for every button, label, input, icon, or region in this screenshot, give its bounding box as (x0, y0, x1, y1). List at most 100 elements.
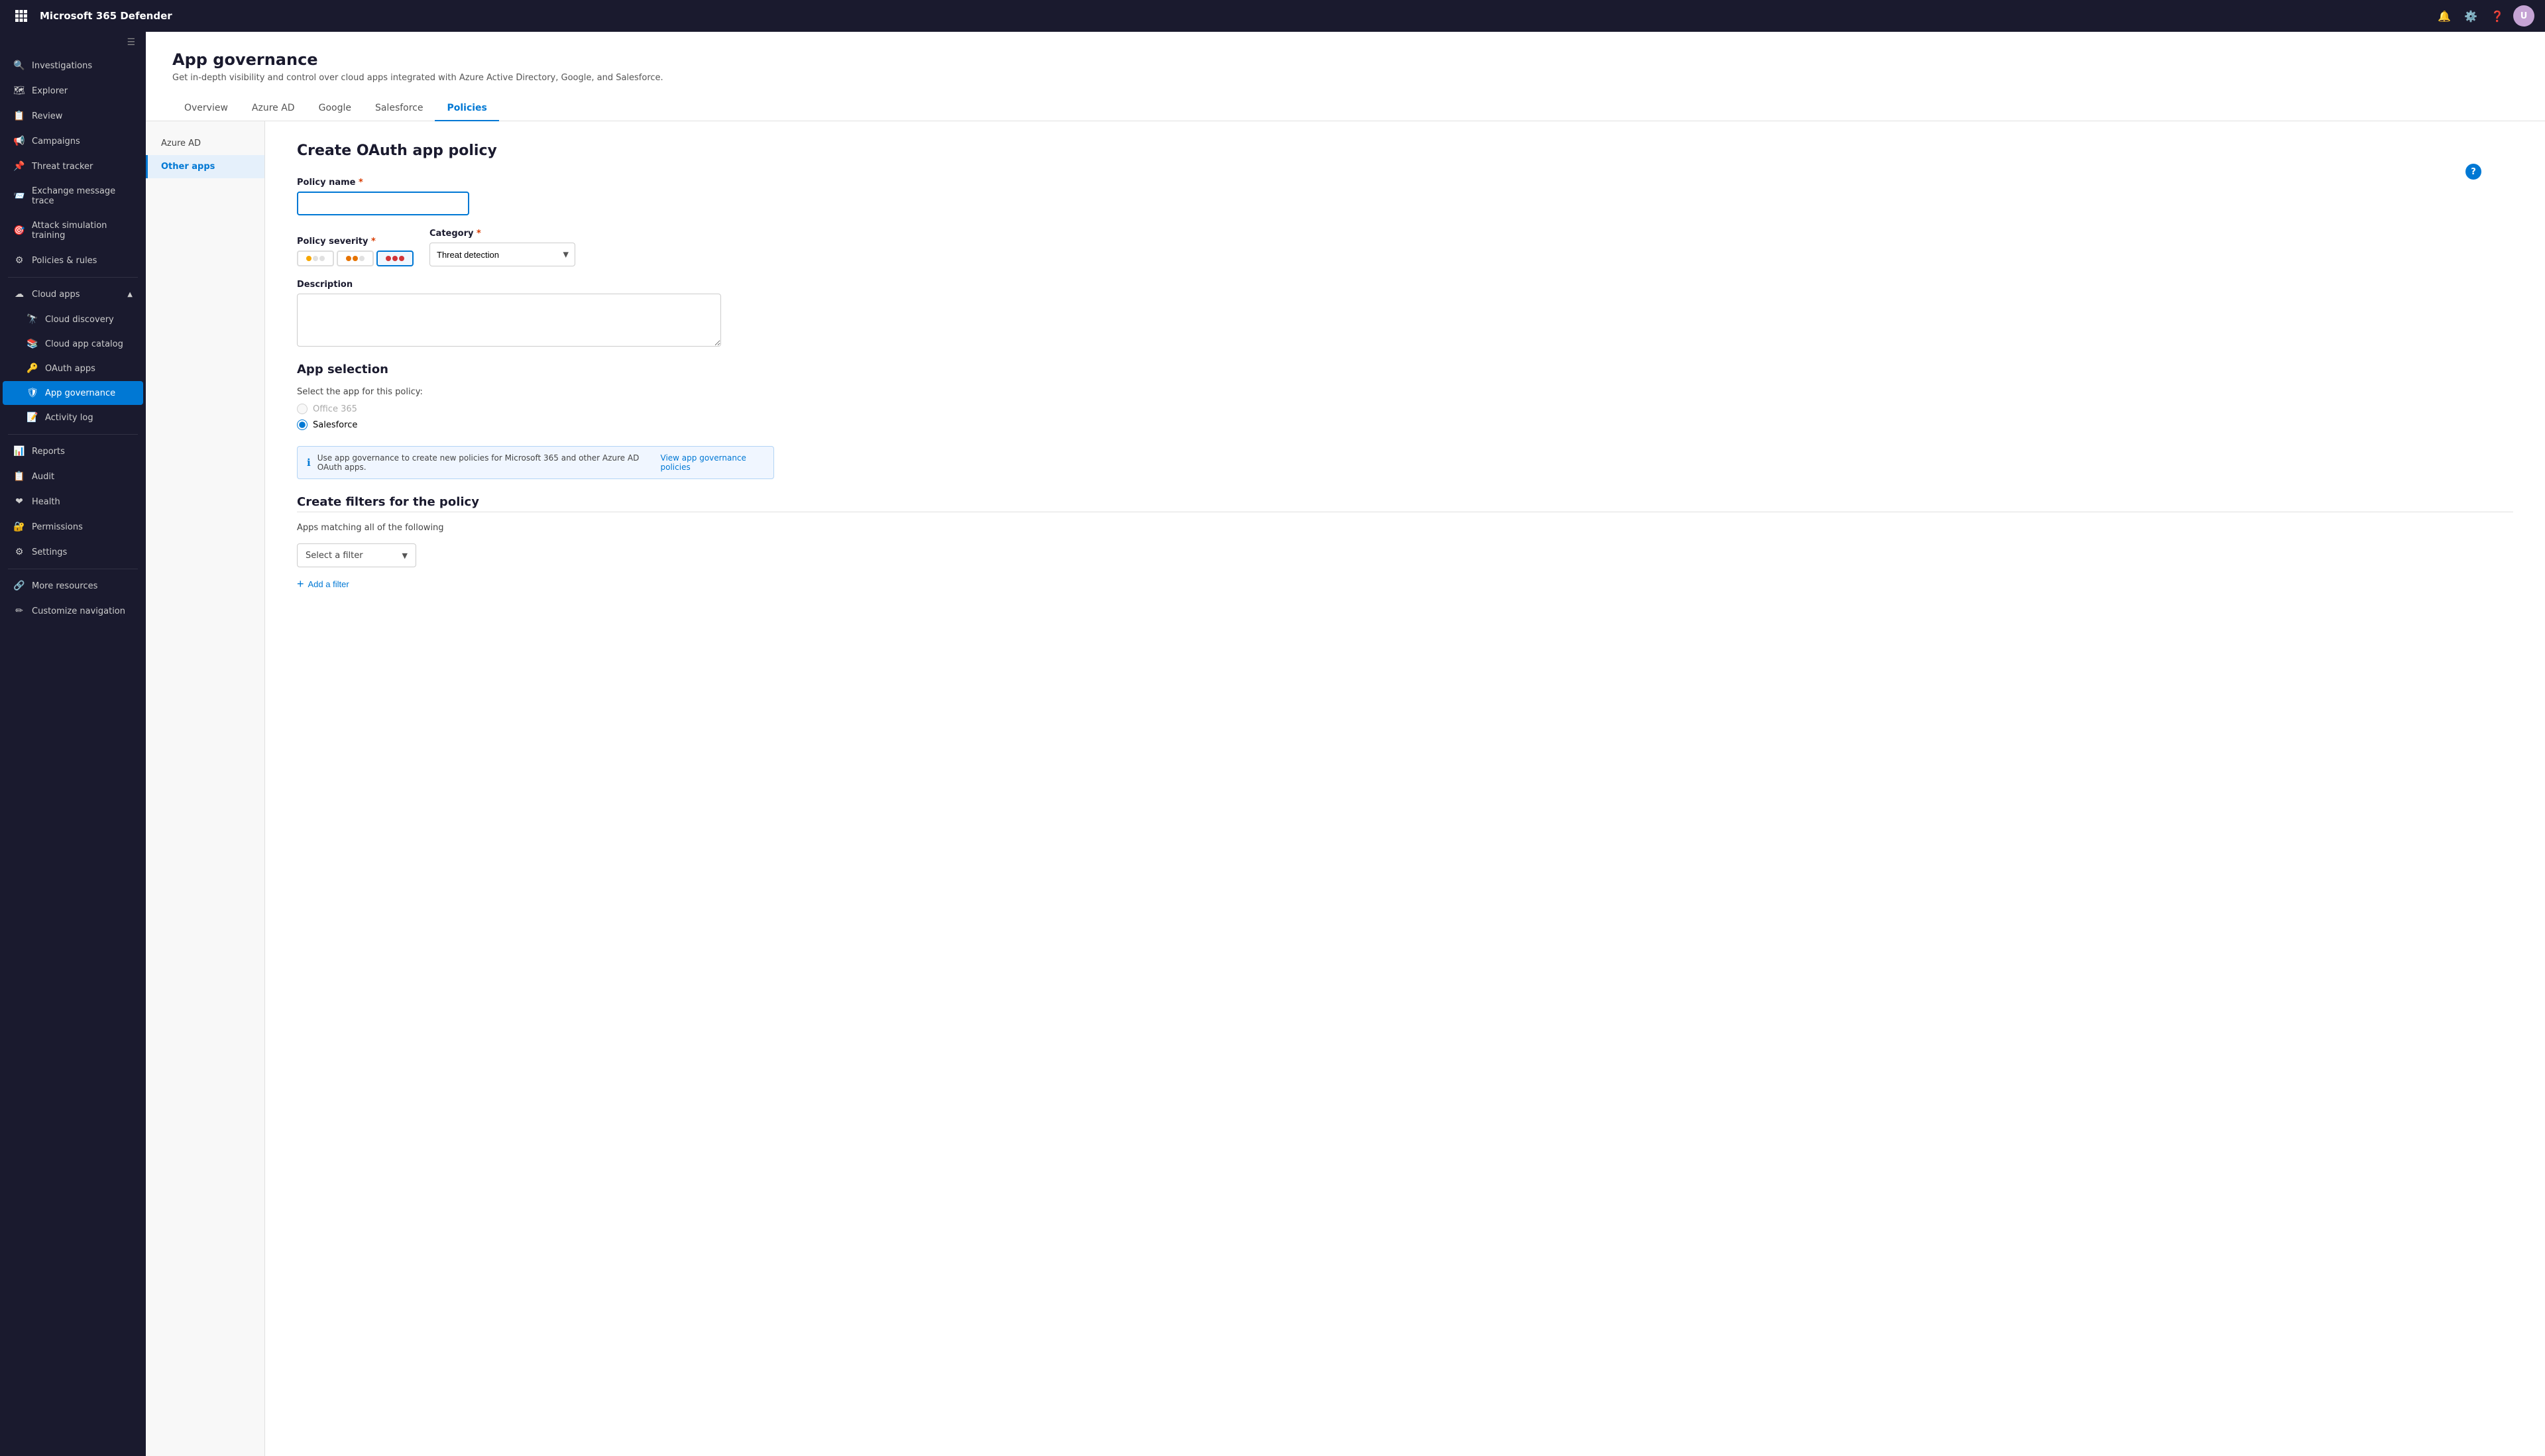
sidebar-item-label: Review (32, 111, 62, 121)
explorer-icon: 🗺 (13, 85, 25, 96)
info-banner-text: Use app governance to create new policie… (317, 453, 645, 472)
form-inner: Create OAuth app policy ? Policy name * (297, 142, 2513, 595)
sidebar-item-threat-tracker[interactable]: 📌 Threat tracker (3, 154, 143, 178)
policy-severity-field-group: Policy severity * (297, 237, 414, 266)
waffle-menu-button[interactable] (11, 5, 32, 27)
topbar-actions: 🔔 ⚙️ ❓ U (2434, 5, 2534, 27)
user-avatar[interactable]: U (2513, 5, 2534, 27)
catalog-icon: 📚 (27, 339, 38, 349)
sidebar-item-cloud-apps[interactable]: ☁ Cloud apps ▲ (3, 282, 143, 306)
sidebar-item-more-resources[interactable]: 🔗 More resources (3, 574, 143, 598)
notification-button[interactable]: 🔔 (2434, 5, 2455, 27)
sidebar-item-label: Reports (32, 447, 65, 457)
tab-salesforce[interactable]: Salesforce (363, 96, 435, 121)
high-dots (386, 256, 404, 261)
chevron-up-icon: ▲ (127, 291, 133, 298)
sidebar-item-permissions[interactable]: 🔐 Permissions (3, 515, 143, 539)
radio-office365[interactable]: Office 365 (297, 404, 2513, 414)
radio-salesforce[interactable]: Salesforce (297, 420, 2513, 430)
main-layout: ☰ 🔍 Investigations 🗺 Explorer 📋 Review 📢… (0, 32, 2545, 1456)
med-dot-3 (359, 256, 365, 261)
sidebar-item-label: Campaigns (32, 137, 80, 146)
tab-overview[interactable]: Overview (172, 96, 240, 121)
select-filter-button[interactable]: Select a filter ▼ (297, 543, 416, 567)
sidebar-item-activity-log[interactable]: 📝 Activity log (3, 406, 143, 429)
sidebar-item-review[interactable]: 📋 Review (3, 104, 143, 128)
activity-log-icon: 📝 (27, 412, 38, 423)
severity-low-button[interactable] (297, 251, 334, 266)
reports-icon: 📊 (13, 446, 25, 457)
sidebar-item-label: Audit (32, 472, 54, 482)
view-governance-policies-link[interactable]: View app governance policies (661, 453, 764, 472)
sub-nav-azure-ad[interactable]: Azure AD (146, 132, 264, 155)
sidebar-item-investigations[interactable]: 🔍 Investigations (3, 54, 143, 78)
sidebar-item-settings[interactable]: ⚙ Settings (3, 540, 143, 564)
sidebar: ☰ 🔍 Investigations 🗺 Explorer 📋 Review 📢… (0, 32, 146, 1456)
sidebar-item-label: Health (32, 497, 60, 507)
radio-office365-input[interactable] (297, 404, 308, 414)
sidebar-item-oauth-apps[interactable]: 🔑 OAuth apps (3, 357, 143, 380)
sidebar-item-cloud-app-catalog[interactable]: 📚 Cloud app catalog (3, 332, 143, 356)
app-selection-label: Select the app for this policy: (297, 387, 2513, 397)
description-textarea[interactable] (297, 294, 721, 347)
sidebar-item-app-governance[interactable]: 🛡 App governance (3, 381, 143, 405)
review-icon: 📋 (13, 111, 25, 121)
tab-google[interactable]: Google (307, 96, 363, 121)
radio-salesforce-input[interactable] (297, 420, 308, 430)
sidebar-item-label: Activity log (45, 413, 93, 423)
med-dot-1 (346, 256, 351, 261)
severity-high-button[interactable] (376, 251, 414, 266)
sidebar-item-explorer[interactable]: 🗺 Explorer (3, 79, 143, 103)
tab-policies[interactable]: Policies (435, 96, 498, 121)
sidebar-item-audit[interactable]: 📋 Audit (3, 465, 143, 488)
content-area: App governance Get in-depth visibility a… (146, 32, 2545, 1456)
severity-buttons (297, 251, 414, 266)
content-body: Azure AD Other apps Create OAuth app pol… (146, 121, 2545, 1456)
required-indicator-2: * (368, 237, 375, 247)
app-governance-icon: 🛡 (27, 388, 38, 398)
add-filter-button[interactable]: + Add a filter (297, 573, 349, 595)
more-resources-icon: 🔗 (13, 581, 25, 591)
sidebar-item-exchange-message-trace[interactable]: 📨 Exchange message trace (3, 180, 143, 213)
app-selection-section: App selection Select the app for this po… (297, 363, 2513, 430)
sidebar-item-label: Permissions (32, 522, 83, 532)
severity-category-row: Policy severity * (297, 229, 2513, 266)
cloud-apps-children: 🔭 Cloud discovery 📚 Cloud app catalog 🔑 … (0, 307, 146, 430)
investigations-icon: 🔍 (13, 60, 25, 71)
sidebar-item-customize-navigation[interactable]: ✏ Customize navigation (3, 599, 143, 623)
help-icon-button[interactable]: ? (2465, 164, 2481, 180)
sub-nav-other-apps[interactable]: Other apps (146, 155, 264, 178)
sidebar-collapse-button[interactable]: ☰ (0, 32, 146, 53)
policy-name-input[interactable] (297, 192, 469, 215)
category-select-wrapper: Threat detection Compliance Governance ▼ (429, 243, 575, 266)
threat-tracker-icon: 📌 (13, 161, 25, 172)
severity-medium-button[interactable] (337, 251, 374, 266)
category-label: Category * (429, 229, 575, 239)
sidebar-item-attack-simulation[interactable]: 🎯 Attack simulation training (3, 214, 143, 247)
med-dot-2 (353, 256, 358, 261)
sidebar-item-campaigns[interactable]: 📢 Campaigns (3, 129, 143, 153)
attack-sim-icon: 🎯 (13, 225, 25, 236)
sidebar-item-label: Cloud apps (32, 290, 80, 300)
sidebar-item-label: Threat tracker (32, 162, 93, 172)
sidebar-item-health[interactable]: ❤ Health (3, 490, 143, 514)
permissions-icon: 🔐 (13, 522, 25, 532)
category-select[interactable]: Threat detection Compliance Governance (429, 243, 575, 266)
sidebar-item-reports[interactable]: 📊 Reports (3, 439, 143, 463)
health-icon: ❤ (13, 496, 25, 507)
low-dot-1 (306, 256, 311, 261)
help-button[interactable]: ❓ (2487, 5, 2508, 27)
sidebar-divider-2 (8, 434, 138, 435)
customize-nav-icon: ✏ (13, 606, 25, 616)
sidebar-item-label: Exchange message trace (32, 186, 133, 206)
sidebar-item-policies-rules[interactable]: ⚙ Policies & rules (3, 249, 143, 272)
sidebar-item-label: Cloud discovery (45, 315, 114, 325)
tab-azure-ad[interactable]: Azure AD (240, 96, 307, 121)
add-filter-label: Add a filter (308, 579, 349, 589)
sidebar-item-cloud-discovery[interactable]: 🔭 Cloud discovery (3, 308, 143, 331)
settings-button[interactable]: ⚙️ (2460, 5, 2481, 27)
form-area: Create OAuth app policy ? Policy name * (265, 121, 2545, 1456)
low-dot-3 (319, 256, 325, 261)
sidebar-item-label: More resources (32, 581, 97, 591)
oauth-icon: 🔑 (27, 363, 38, 374)
